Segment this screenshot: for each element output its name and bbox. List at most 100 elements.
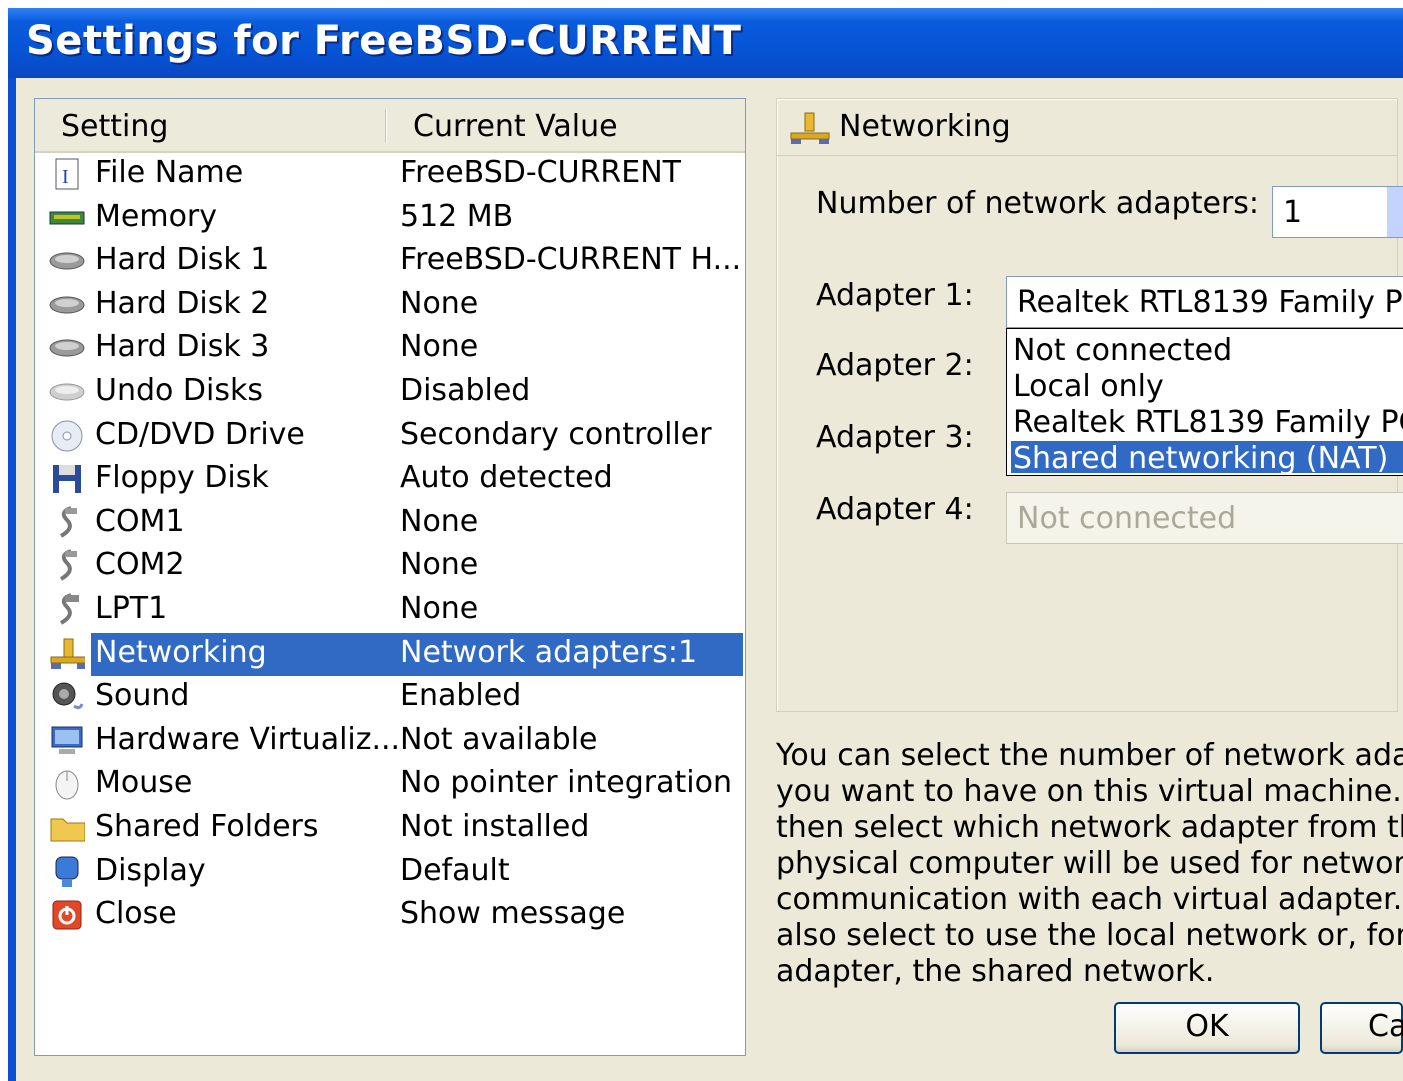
speaker-icon xyxy=(49,679,85,715)
setting-name: Hard Disk 1 xyxy=(95,242,270,278)
list-item[interactable]: I File Name FreeBSD-CURRENT xyxy=(35,153,745,196)
list-item[interactable]: Display Default xyxy=(35,851,745,894)
adapter-count-value: 1 xyxy=(1283,195,1303,230)
close-icon xyxy=(49,897,85,933)
adapter1-dropdown-list[interactable]: Not connected Local only Realtek RTL8139… xyxy=(1006,328,1403,476)
setting-name: Close xyxy=(95,896,177,932)
setting-value: None xyxy=(400,285,479,321)
hard-disk-icon xyxy=(49,287,85,323)
adapter-count-label: Number of network adapters: xyxy=(816,186,1260,221)
setting-name: Networking xyxy=(95,634,267,670)
setting-value: FreeBSD-CURRENT xyxy=(400,155,682,190)
dropdown-option-local-only[interactable]: Local only xyxy=(1011,369,1403,405)
setting-value: Show message xyxy=(400,896,626,932)
cancel-button[interactable]: Ca xyxy=(1320,1002,1403,1054)
setting-value: None xyxy=(400,503,479,539)
setting-name: LPT1 xyxy=(95,591,168,626)
setting-name: Memory xyxy=(95,198,218,234)
setting-name: Undo Disks xyxy=(95,373,263,408)
setting-name: Hard Disk 2 xyxy=(95,285,270,321)
networking-title: Networking xyxy=(839,109,1011,144)
setting-value: Not installed xyxy=(400,809,590,844)
settings-list[interactable]: Setting Current Value I File Name FreeBSD-… xyxy=(34,98,746,1056)
setting-name: Display xyxy=(95,852,206,888)
setting-name: Sound xyxy=(95,678,190,714)
list-item[interactable]: COM1 None xyxy=(35,502,745,545)
file-icon: I xyxy=(49,156,85,192)
setting-value: 512 MB xyxy=(400,198,514,234)
dropdown-option-realtek[interactable]: Realtek RTL8139 Family PCI xyxy=(1011,405,1403,441)
list-item[interactable]: Networking Network adapters:1 xyxy=(35,632,745,676)
memory-icon xyxy=(49,200,85,236)
list-item[interactable]: CD/DVD Drive Secondary controller xyxy=(35,415,745,458)
floppy-icon xyxy=(49,461,85,497)
list-item[interactable]: Memory 512 MB xyxy=(35,197,745,240)
spinner-up-icon[interactable] xyxy=(1387,187,1403,237)
setting-value: No pointer integration xyxy=(400,765,732,801)
adapter2-label: Adapter 2: xyxy=(816,348,974,383)
adapter-count-spinner[interactable]: 1 xyxy=(1272,186,1403,238)
adapter4-value: Not connected xyxy=(1017,501,1237,536)
dropdown-option-not-connected[interactable]: Not connected xyxy=(1011,333,1403,369)
mouse-icon xyxy=(49,766,85,802)
setting-value: None xyxy=(400,547,479,583)
display-icon xyxy=(49,854,85,890)
computer-icon xyxy=(49,723,85,759)
adapter1-select[interactable]: Realtek RTL8139 Family PC xyxy=(1006,276,1403,328)
adapter4-select: Not connected xyxy=(1006,492,1403,544)
list-item[interactable]: Mouse No pointer integration xyxy=(35,763,745,806)
setting-value: Enabled xyxy=(400,678,522,714)
setting-value: Disabled xyxy=(400,373,531,408)
setting-value: None xyxy=(400,329,479,365)
adapter1-value: Realtek RTL8139 Family PC xyxy=(1017,285,1403,320)
list-item[interactable]: Floppy Disk Auto detected xyxy=(35,458,745,501)
setting-name: Shared Folders xyxy=(95,809,319,844)
list-item[interactable]: Shared Folders Not installed xyxy=(35,807,745,850)
column-divider[interactable] xyxy=(385,109,386,143)
network-icon xyxy=(789,111,831,149)
list-item[interactable]: Undo Disks Disabled xyxy=(35,371,745,414)
networking-header: Networking xyxy=(777,99,1397,156)
serial-port-icon xyxy=(49,505,85,541)
ok-button[interactable]: OK xyxy=(1114,1002,1300,1054)
adapter4-label: Adapter 4: xyxy=(816,492,974,527)
list-header: Setting Current Value xyxy=(35,99,745,153)
setting-value: Secondary controller xyxy=(400,416,712,452)
column-header-setting[interactable]: Setting xyxy=(61,109,168,144)
list-item[interactable]: Hardware Virtualiz... Not available xyxy=(35,720,745,763)
setting-name: CD/DVD Drive xyxy=(95,416,305,452)
setting-value: Auto detected xyxy=(400,460,613,496)
serial-port-icon xyxy=(49,548,85,584)
column-header-value[interactable]: Current Value xyxy=(413,109,618,144)
setting-name: Mouse xyxy=(95,765,193,801)
window-title: Settings for FreeBSD-CURRENT xyxy=(26,18,742,64)
list-item[interactable]: Hard Disk 1 FreeBSD-CURRENT H... xyxy=(35,240,745,283)
hard-disk-icon xyxy=(49,243,85,279)
undo-disk-icon xyxy=(49,374,85,410)
adapter3-label: Adapter 3: xyxy=(816,420,974,455)
list-item[interactable]: COM2 None xyxy=(35,545,745,588)
svg-text:I: I xyxy=(62,166,69,188)
setting-value: FreeBSD-CURRENT H... xyxy=(400,242,742,278)
title-bar[interactable]: Settings for FreeBSD-CURRENT xyxy=(8,8,1403,78)
adapter1-label: Adapter 1: xyxy=(816,278,974,313)
help-text: You can select the number of network ada… xyxy=(776,738,1403,989)
setting-value: Network adapters:1 xyxy=(400,634,698,670)
setting-name: Floppy Disk xyxy=(95,460,269,496)
list-item[interactable]: Close Show message xyxy=(35,894,745,937)
setting-value: Default xyxy=(400,852,510,888)
cd-icon xyxy=(49,418,85,454)
setting-name: COM1 xyxy=(95,503,185,539)
setting-name: Hard Disk 3 xyxy=(95,329,270,365)
list-item[interactable]: LPT1 None xyxy=(35,589,745,632)
setting-value: None xyxy=(400,591,479,626)
setting-value: Not available xyxy=(400,721,598,757)
parallel-port-icon xyxy=(49,592,85,628)
folder-icon xyxy=(49,810,85,846)
network-icon xyxy=(49,636,85,672)
list-item[interactable]: Hard Disk 3 None xyxy=(35,327,745,370)
dropdown-option-shared-nat[interactable]: Shared networking (NAT) xyxy=(1011,441,1403,476)
setting-name: COM2 xyxy=(95,547,185,583)
list-item[interactable]: Hard Disk 2 None xyxy=(35,284,745,327)
list-item[interactable]: Sound Enabled xyxy=(35,676,745,719)
